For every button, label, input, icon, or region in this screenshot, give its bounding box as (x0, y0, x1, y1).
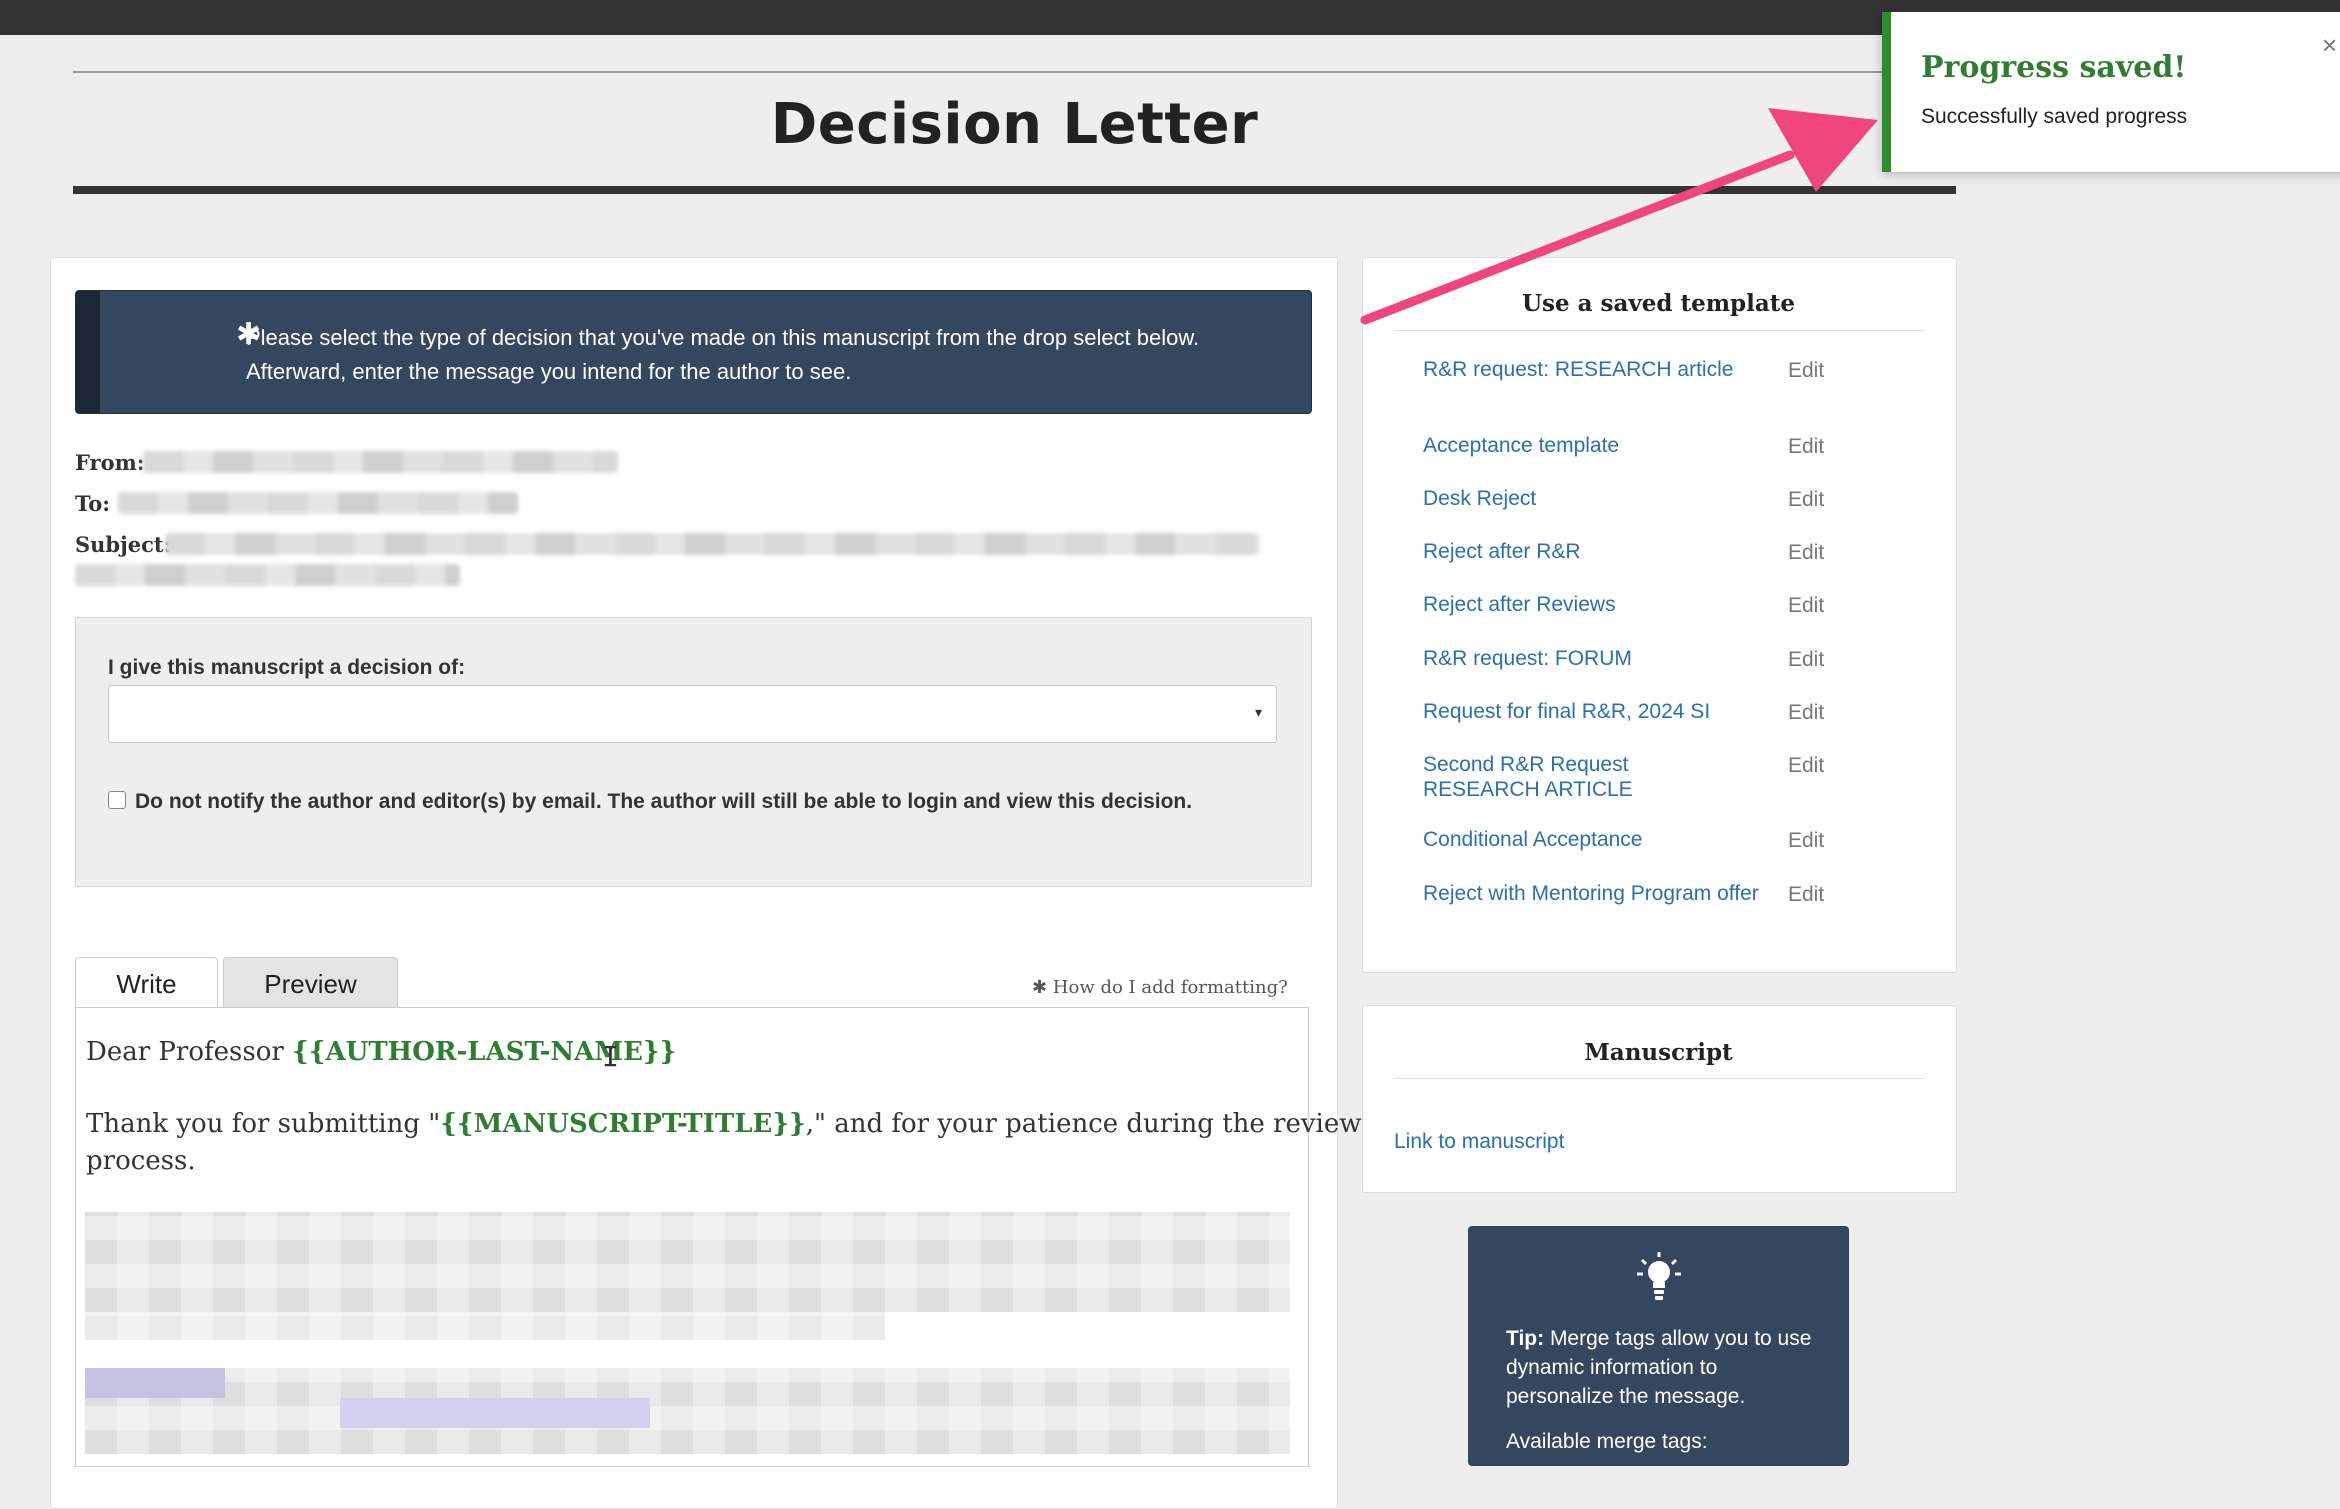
notice-edge (76, 291, 100, 413)
template-item[interactable]: R&R request: FORUM (1423, 646, 1743, 671)
merge-tags-label: Available merge tags: (1506, 1430, 1708, 1453)
template-item[interactable]: Request for final R&R, 2024 SI (1423, 699, 1743, 724)
toast-title: Progress saved! (1921, 50, 2187, 85)
templates-divider (1394, 330, 1924, 331)
notice-line-2: Afterward, enter the message you intend … (246, 359, 852, 384)
chevron-down-icon: ▾ (1254, 704, 1262, 720)
thanks-prefix: Thank you for submitting " (86, 1109, 441, 1139)
instructions-notice: ✱ Please select the type of decision tha… (75, 290, 1312, 414)
template-item[interactable]: Acceptance template (1423, 433, 1743, 458)
redacted-highlight-2 (340, 1398, 650, 1428)
template-edit-link[interactable]: Edit (1788, 701, 1824, 725)
toast-message: Successfully saved progress (1921, 105, 2188, 128)
tab-preview[interactable]: Preview (223, 957, 398, 1009)
redacted-body-2 (85, 1312, 885, 1340)
redacted-body-1 (85, 1212, 1290, 1312)
decision-label: I give this manuscript a decision of: (108, 656, 466, 679)
header-divider-bottom (73, 186, 1956, 194)
template-edit-link[interactable]: Edit (1788, 829, 1824, 853)
subject-label: Subject: (75, 532, 172, 557)
thanks-suffix: ," and for your patience during the revi… (805, 1109, 1362, 1139)
tip-bold-label: Tip: (1506, 1327, 1545, 1350)
from-label: From: (75, 450, 145, 475)
template-edit-link[interactable]: Edit (1788, 541, 1824, 565)
page-title: Decision Letter (770, 92, 1259, 157)
templates-title: Use a saved template (1521, 290, 1796, 317)
template-edit-link[interactable]: Edit (1788, 754, 1824, 778)
editor-greeting: Dear Professor {{AUTHOR-LAST-NAME}} (86, 1037, 676, 1067)
template-item[interactable]: Second R&R Request RESEARCH ARTICLE (1423, 752, 1673, 802)
notice-message: Please select the type of decision that … (246, 321, 1286, 389)
editor-thanks-line: Thank you for submitting "{{MANUSCRIPT-T… (86, 1109, 1362, 1139)
notice-line-1: Please select the type of decision that … (246, 325, 1200, 350)
manuscript-title: Manuscript (1584, 1039, 1733, 1066)
template-item[interactable]: Reject after Reviews (1423, 592, 1743, 617)
template-item[interactable]: R&R request: RESEARCH article (1423, 357, 1743, 382)
template-item[interactable]: Desk Reject (1423, 486, 1743, 511)
to-label: To: (75, 491, 110, 516)
manuscript-divider (1394, 1078, 1924, 1079)
manuscript-link[interactable]: Link to manuscript (1394, 1130, 1564, 1154)
header-divider-top (73, 71, 1956, 73)
tab-write[interactable]: Write (75, 957, 218, 1011)
template-edit-link[interactable]: Edit (1788, 648, 1824, 672)
close-icon[interactable]: × (2322, 30, 2337, 61)
tip-body: Merge tags allow you to use dynamic info… (1506, 1327, 1812, 1408)
redacted-subject-line-1 (165, 533, 1260, 555)
template-edit-link[interactable]: Edit (1788, 435, 1824, 459)
do-not-notify-checkbox[interactable] (108, 791, 126, 809)
formatting-help-link[interactable]: ✱ How do I add formatting? (1032, 977, 1288, 998)
template-edit-link[interactable]: Edit (1788, 488, 1824, 512)
redacted-highlight-1 (85, 1368, 225, 1398)
lightbulb-icon (1637, 1252, 1681, 1300)
title-merge-tag: {{MANUSCRIPT-TITLE}} (440, 1109, 806, 1139)
greeting-text: Dear Professor (86, 1037, 293, 1067)
redacted-body-3 (85, 1368, 1290, 1454)
redacted-subject-line-2 (75, 564, 460, 586)
template-edit-link[interactable]: Edit (1788, 359, 1824, 383)
progress-saved-toast (1882, 12, 2340, 172)
redacted-to (118, 492, 518, 514)
manuscript-card (1362, 1005, 1957, 1193)
text-cursor-icon: I (602, 1040, 619, 1073)
redacted-from (143, 451, 618, 473)
template-edit-link[interactable]: Edit (1788, 594, 1824, 618)
editor-thanks-line-2: process. (86, 1146, 196, 1176)
template-item[interactable]: Conditional Acceptance (1423, 827, 1743, 852)
decision-select[interactable]: ▾ (108, 685, 1277, 743)
tip-text: Tip: Merge tags allow you to use dynamic… (1506, 1324, 1826, 1411)
template-item[interactable]: Reject after R&R (1423, 539, 1743, 564)
do-not-notify-label[interactable]: Do not notify the author and editor(s) b… (135, 790, 1192, 814)
template-item[interactable]: Reject with Mentoring Program offer (1423, 881, 1763, 906)
template-edit-link[interactable]: Edit (1788, 883, 1824, 907)
